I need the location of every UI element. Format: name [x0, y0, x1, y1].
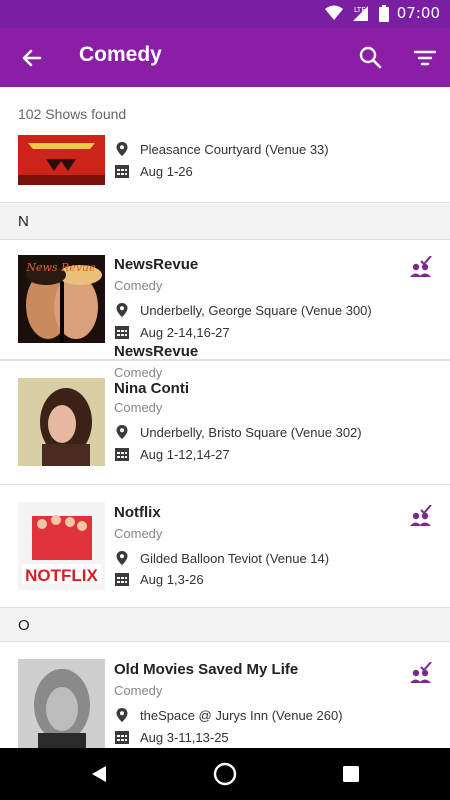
- show-thumbnail: News Revue: [18, 255, 105, 343]
- clock: 07:00: [396, 4, 440, 22]
- calendar-icon: [115, 165, 129, 178]
- nav-recents-icon[interactable]: [338, 761, 364, 787]
- status-bar: LTE 07:00: [0, 0, 450, 28]
- app-bar: Comedy: [0, 28, 450, 87]
- show-venue: Pleasance Courtyard (Venue 33): [114, 141, 329, 157]
- show-genre: Comedy: [114, 365, 163, 380]
- nav-back-icon[interactable]: [86, 761, 112, 787]
- wifi-icon: [324, 5, 343, 20]
- back-arrow-icon[interactable]: [16, 43, 46, 73]
- dates-text: Aug 1-26: [140, 163, 193, 179]
- location-pin-icon: [116, 142, 128, 156]
- battery-icon: [378, 4, 389, 22]
- show-list[interactable]: 102 Shows found Pleasance Courtyard (Ven…: [0, 87, 450, 748]
- thumbnail-title: News Revue: [25, 261, 96, 274]
- section-header: N: [0, 202, 450, 240]
- list-item-show[interactable]: Pleasance Courtyard (Venue 33) Aug 1-26: [0, 135, 450, 203]
- show-dates: Aug 1-26: [114, 163, 193, 179]
- network-type: LTE: [354, 6, 366, 14]
- section-letter: N: [18, 213, 29, 230]
- cell-signal-icon: LTE: [352, 6, 368, 21]
- page-title: Comedy: [79, 43, 162, 66]
- show-thumbnail: [18, 135, 105, 185]
- venue-text: Pleasance Courtyard (Venue 33): [140, 141, 329, 157]
- filter-icon[interactable]: [410, 43, 440, 73]
- list-item-show[interactable]: News Revue NewsRevue Comedy: [0, 240, 450, 380]
- nav-home-icon[interactable]: [212, 761, 238, 787]
- show-name: NewsRevue: [114, 343, 199, 360]
- results-count: 102 Shows found: [18, 106, 127, 122]
- search-icon[interactable]: [356, 43, 386, 73]
- system-nav-bar: [0, 748, 450, 800]
